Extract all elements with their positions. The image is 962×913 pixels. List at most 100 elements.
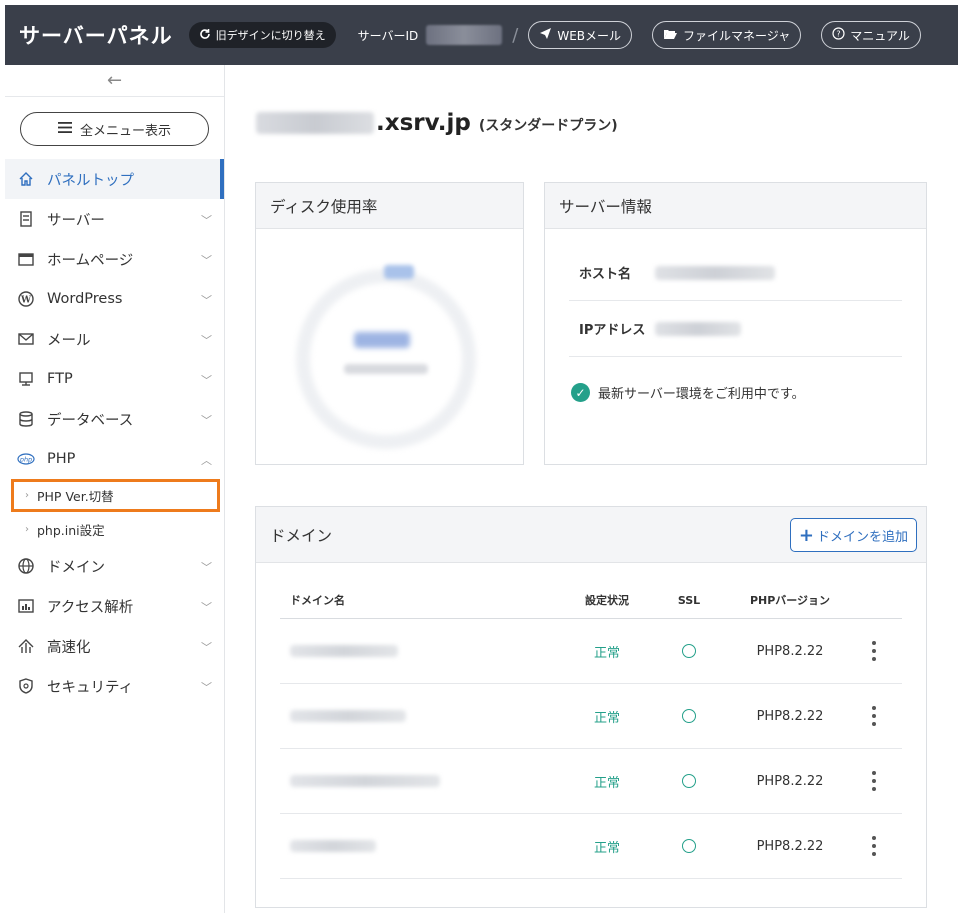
refresh-icon [199, 28, 211, 43]
domain-name-redacted [290, 775, 440, 787]
disk-usage-card: ディスク使用率 [255, 182, 524, 465]
folder-open-icon [663, 28, 678, 43]
ssl-on-icon [682, 839, 696, 853]
sidebar-item-speed-up[interactable]: 高速化 ﹀ [5, 626, 224, 666]
sidebar-item-label: サーバー [47, 212, 105, 229]
sidebar-item-ftp[interactable]: FTP ﹀ [5, 359, 224, 399]
question-circle-icon: ? [832, 27, 845, 43]
chevron-down-icon: ﹀ [201, 641, 212, 654]
envelope-icon [17, 330, 35, 348]
domain-name-redacted [290, 840, 376, 852]
status-cell: 正常 [593, 840, 620, 856]
chevron-up-icon: ︿ [201, 454, 212, 467]
database-icon [17, 410, 35, 428]
domain-card: ドメイン + ドメインを追加 ドメイン名 設定状況 SSL PHPバージョン 正… [255, 506, 927, 908]
add-domain-label: ドメインを追加 [816, 529, 908, 545]
kebab-menu-icon [872, 641, 876, 661]
sidebar-item-label: アクセス解析 [47, 599, 134, 616]
sidebar-item-label: メール [47, 332, 91, 349]
ip-label: IPアドレス [579, 323, 646, 338]
server-id-label: サーバーID [357, 28, 419, 43]
manual-label: マニュアル [850, 28, 910, 43]
sidebar-item-mail[interactable]: メール ﹀ [5, 319, 224, 359]
row-menu-button[interactable] [846, 771, 902, 791]
chevron-down-icon: ﹀ [201, 561, 212, 574]
php-version-cell: PHP8.2.22 [756, 773, 824, 789]
sidebar-item-label: PHP [47, 451, 76, 467]
sidebar-item-label: ホームページ [47, 252, 134, 269]
switch-old-design-button[interactable]: 旧デザインに切り替え [188, 22, 336, 48]
account-name-redacted [256, 112, 374, 134]
chevron-down-icon: ﹀ [201, 254, 212, 267]
app-title: サーバーパネル [19, 24, 173, 48]
host-row: ホスト名 [569, 245, 902, 301]
webmail-label: WEBメール [557, 28, 622, 43]
header-separator: / [512, 24, 519, 46]
ssl-on-icon [682, 774, 696, 788]
ssl-on-icon [682, 709, 696, 723]
row-menu-button[interactable] [846, 706, 902, 726]
svg-text:php: php [19, 456, 32, 464]
all-menu-button[interactable]: 全メニュー表示 [20, 112, 209, 146]
ip-value-redacted [655, 321, 741, 336]
status-cell: 正常 [593, 645, 620, 661]
table-row: 正常 PHP8.2.22 [280, 814, 902, 879]
page-title: .xsrv.jp (スタンダードプラン) [256, 110, 618, 136]
sidebar-subitem-php-version[interactable]: › PHP Ver.切替 [11, 479, 220, 512]
svg-text:W: W [20, 296, 32, 306]
domain-name-redacted [290, 645, 398, 657]
file-manager-label: ファイルマネージャ [683, 28, 791, 43]
file-manager-button[interactable]: ファイルマネージャ [652, 21, 802, 49]
add-domain-button[interactable]: + ドメインを追加 [789, 518, 917, 552]
collapse-sidebar-button[interactable]: ← [5, 65, 224, 97]
webmail-button[interactable]: WEBメール [528, 21, 633, 49]
sidebar-item-label: WordPress [47, 291, 123, 307]
sidebar-subitem-php-ini[interactable]: › php.ini設定 [5, 512, 224, 546]
col-php-version: PHPバージョン [749, 594, 831, 607]
server-info-card: サーバー情報 ホスト名 IPアドレス ✓ 最新サーバー環境をご利用中です。 [544, 182, 927, 465]
hamburger-icon [57, 121, 72, 137]
sidebar-item-security[interactable]: セキュリティ ﹀ [5, 666, 224, 706]
manual-button[interactable]: ? マニュアル [821, 21, 921, 49]
sidebar-item-panel-top[interactable]: パネルトップ [5, 159, 224, 199]
sidebar-item-label: 高速化 [47, 639, 91, 656]
domain-suffix: .xsrv.jp [376, 110, 471, 136]
disk-donut [296, 269, 476, 449]
disk-usage-marker [384, 265, 414, 279]
disk-usage-value-redacted [354, 332, 410, 348]
sidebar-item-php[interactable]: php PHP ︿ [5, 439, 224, 479]
row-menu-button[interactable] [846, 836, 902, 856]
shield-icon [17, 677, 35, 695]
col-ssl: SSL [677, 593, 701, 607]
row-menu-button[interactable] [846, 641, 902, 661]
globe-icon [17, 557, 35, 575]
chevron-down-icon: ﹀ [201, 334, 212, 347]
ip-row: IPアドレス [569, 301, 902, 357]
table-row: 正常 PHP8.2.22 [280, 749, 902, 814]
check-circle-icon: ✓ [571, 383, 590, 402]
sidebar-item-access-analysis[interactable]: アクセス解析 ﹀ [5, 586, 224, 626]
speed-icon [17, 637, 35, 655]
sidebar-item-label: セキュリティ [47, 679, 134, 696]
sidebar-item-wordpress[interactable]: W WordPress ﹀ [5, 279, 224, 319]
status-cell: 正常 [593, 775, 620, 791]
ssl-cell [644, 774, 734, 789]
ssl-on-icon [682, 644, 696, 658]
svg-text:?: ? [837, 30, 841, 39]
chevron-down-icon: ﹀ [201, 214, 212, 227]
main-content: .xsrv.jp (スタンダードプラン) ディスク使用率 サーバー情報 ホスト名… [226, 65, 961, 913]
sidebar-item-homepage[interactable]: ホームページ ﹀ [5, 239, 224, 279]
sidebar-item-domain[interactable]: ドメイン ﹀ [5, 546, 224, 586]
sidebar-subitem-label: php.ini設定 [37, 522, 105, 538]
plan-label: (スタンダードプラン) [478, 118, 618, 134]
server-icon [17, 210, 35, 228]
chevron-down-icon: ﹀ [201, 414, 212, 427]
top-header: サーバーパネル 旧デザインに切り替え サーバーID / WEBメール ファイルマ… [5, 5, 958, 65]
kebab-menu-icon [872, 771, 876, 791]
php-icon: php [17, 450, 35, 468]
wordpress-icon: W [17, 290, 35, 308]
sidebar: ← 全メニュー表示 パネルトップ サーバー ﹀ ホームページ ﹀ W WordP… [5, 65, 225, 913]
php-version-cell: PHP8.2.22 [756, 838, 824, 854]
sidebar-item-server[interactable]: サーバー ﹀ [5, 199, 224, 239]
sidebar-item-database[interactable]: データベース ﹀ [5, 399, 224, 439]
